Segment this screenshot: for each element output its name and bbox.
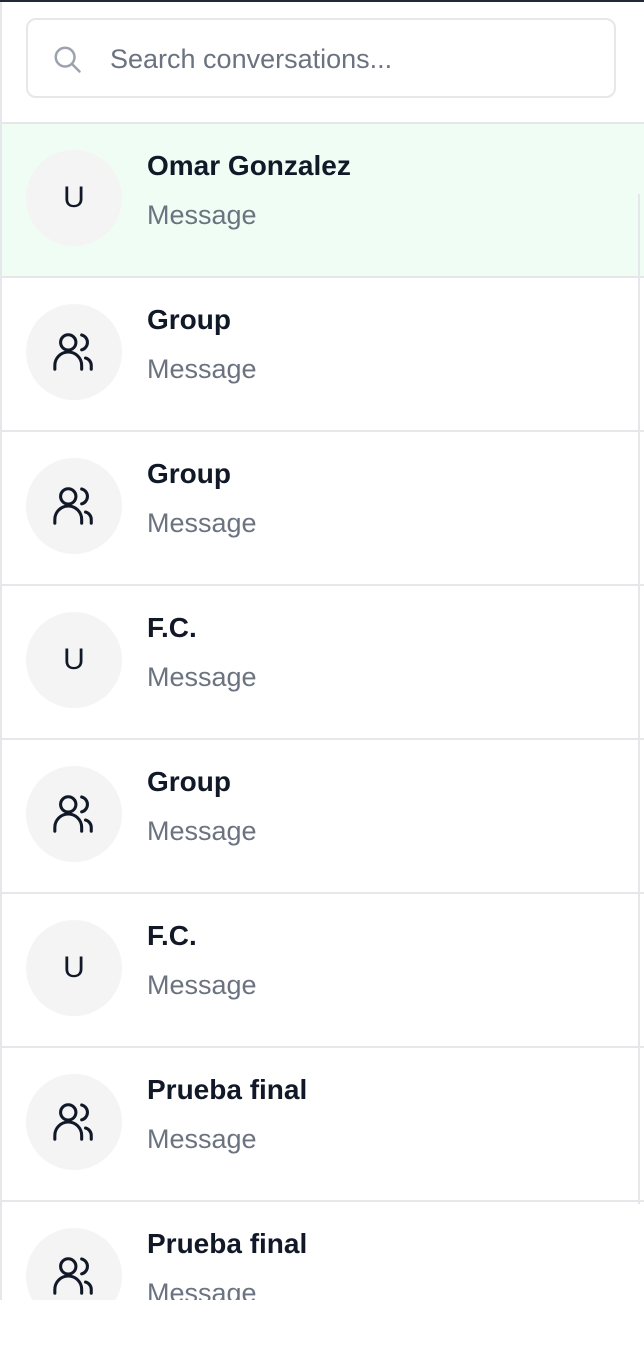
conversation-name: Group [147,458,231,489]
avatar-initial: U [63,181,85,214]
search-box[interactable] [26,18,616,98]
search-bar [0,2,644,124]
avatar: U [26,920,122,1016]
conversation-row[interactable]: U F.C. Message [2,894,644,1048]
conversation-preview: Message [147,970,257,1000]
conversation-preview: Message [147,354,257,384]
conversation-name: F.C. [147,612,197,643]
avatar: U [26,612,122,708]
scrollbar-track[interactable] [638,194,644,1204]
users-icon [53,795,93,833]
conversation-name: Omar Gonzalez [147,150,351,181]
conversation-name: Prueba final [147,1228,308,1259]
users-icon [53,1103,93,1141]
conversation-name: Prueba final [147,1074,308,1105]
conversation-preview: Message [147,200,257,230]
conversation-list: U Omar Gonzalez Message Group Message Gr… [2,124,644,1300]
avatar [26,766,122,862]
avatar [26,458,122,554]
search-input[interactable] [108,34,592,84]
search-icon [54,46,81,73]
conversation-row[interactable]: Prueba final Message [2,1048,644,1202]
conversation-preview: Message [147,816,257,846]
avatar: U [26,150,122,246]
conversation-row[interactable]: Group Message [2,432,644,586]
conversation-row[interactable]: U Omar Gonzalez Message [2,124,644,278]
conversation-preview: Message [147,508,257,538]
conversation-name: Group [147,304,231,335]
avatar-initial: U [63,643,85,676]
conversation-preview: Message [147,662,257,692]
conversation-panel: U Omar Gonzalez Message Group Message Gr… [0,0,644,1356]
users-icon [53,333,93,371]
conversation-name: Group [147,766,231,797]
conversation-name: F.C. [147,920,197,951]
conversation-row[interactable]: Group Message [2,278,644,432]
users-icon [53,1257,93,1295]
conversation-preview: Message [147,1278,257,1300]
avatar [26,1074,122,1170]
avatar-initial: U [63,951,85,984]
avatar [26,304,122,400]
conversation-row[interactable]: Prueba final Message [2,1202,644,1300]
users-icon [53,487,93,525]
conversation-preview: Message [147,1124,257,1154]
avatar [26,1228,122,1300]
conversation-row[interactable]: U F.C. Message [2,586,644,740]
conversation-row[interactable]: Group Message [2,740,644,894]
